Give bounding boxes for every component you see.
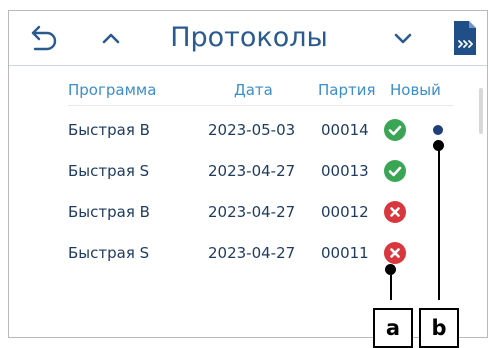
date-cell: 2023-04-27 (208, 244, 296, 262)
new-indicator-dot (433, 125, 443, 135)
back-button[interactable] (23, 11, 67, 65)
callout-b-label: b (419, 308, 459, 348)
chevron-up-icon (102, 33, 120, 44)
chevron-down-icon (394, 33, 412, 44)
header-divider (68, 105, 454, 106)
callout-a-label: a (373, 308, 413, 348)
undo-arrow-icon (31, 25, 57, 51)
error-cross-icon (384, 242, 406, 264)
callout-a-marker (385, 264, 396, 275)
success-check-icon (384, 119, 406, 141)
page-title: Протоколы (170, 22, 328, 53)
column-header-date[interactable]: Дата (234, 81, 273, 99)
date-cell: 2023-04-27 (208, 203, 296, 221)
program-cell: Быстрая S (68, 244, 150, 262)
export-document-icon (454, 21, 476, 55)
protocols-screen: Протоколы Программа Дата Партия Новый Бы… (8, 10, 488, 348)
column-header-program[interactable]: Программа (68, 81, 156, 99)
success-check-icon (384, 160, 406, 182)
callout-b-line (438, 145, 440, 300)
batch-cell: 00012 (321, 203, 369, 221)
callout-b-marker (433, 140, 444, 151)
batch-cell: 00011 (321, 244, 369, 262)
program-cell: Быстрая S (68, 162, 150, 180)
toolbar: Протоколы (9, 11, 487, 66)
batch-cell: 00013 (321, 162, 369, 180)
column-header-new[interactable]: Новый (390, 81, 441, 99)
scroll-down-button[interactable] (381, 11, 425, 65)
program-cell: Быстрая B (68, 203, 150, 221)
error-cross-icon (384, 201, 406, 223)
batch-cell: 00014 (321, 121, 369, 139)
date-cell: 2023-05-03 (208, 121, 296, 139)
program-cell: Быстрая B (68, 121, 150, 139)
export-button[interactable] (447, 11, 483, 65)
date-cell: 2023-04-27 (208, 162, 296, 180)
column-header-batch[interactable]: Партия (318, 81, 376, 99)
scrollbar[interactable] (479, 88, 483, 134)
scroll-up-button[interactable] (89, 11, 133, 65)
